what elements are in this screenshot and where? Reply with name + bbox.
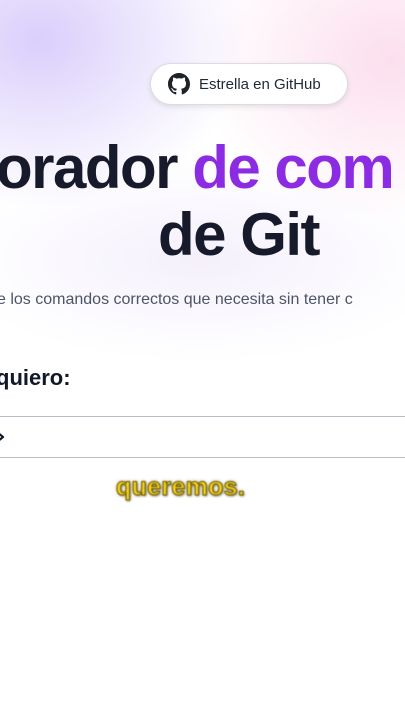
page-background — [0, 0, 405, 720]
command-select-label: quiero: — [0, 365, 71, 390]
title-accent-text: de com — [192, 134, 395, 201]
page-title-line-1: orador de com — [0, 138, 395, 198]
page-subtitle: e los comandos correctos que necesita si… — [0, 291, 353, 308]
video-caption: queremos. — [115, 473, 246, 502]
title-text: orador — [0, 134, 193, 201]
github-star-label: Estrella en GitHub — [199, 75, 321, 93]
github-star-button[interactable]: Estrella en GitHub — [150, 63, 348, 105]
github-icon — [168, 73, 190, 95]
chevron-right-icon — [0, 430, 7, 449]
command-select[interactable] — [0, 416, 405, 458]
page-title-line-2: de Git — [158, 201, 321, 268]
